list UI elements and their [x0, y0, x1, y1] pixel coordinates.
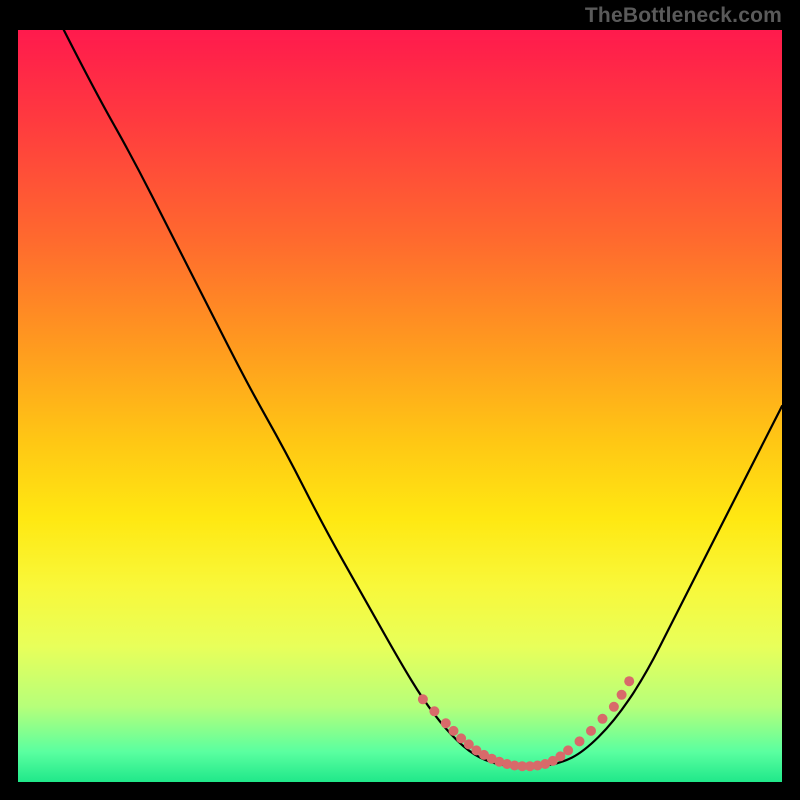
- chart-frame: TheBottleneck.com: [0, 0, 800, 800]
- optimal-dot: [624, 676, 634, 686]
- optimal-dot: [609, 702, 619, 712]
- optimal-dot: [449, 726, 459, 736]
- optimal-range-dots: [418, 676, 634, 771]
- optimal-dot: [586, 726, 596, 736]
- optimal-dot: [575, 736, 585, 746]
- optimal-dot: [598, 714, 608, 724]
- bottleneck-curve: [64, 30, 782, 767]
- optimal-dot: [617, 690, 627, 700]
- optimal-dot: [418, 694, 428, 704]
- watermark-label: TheBottleneck.com: [585, 4, 782, 28]
- chart-plot-area: [18, 30, 782, 782]
- curve-svg: [18, 30, 782, 782]
- optimal-dot: [563, 745, 573, 755]
- optimal-dot: [441, 718, 451, 728]
- optimal-dot: [429, 706, 439, 716]
